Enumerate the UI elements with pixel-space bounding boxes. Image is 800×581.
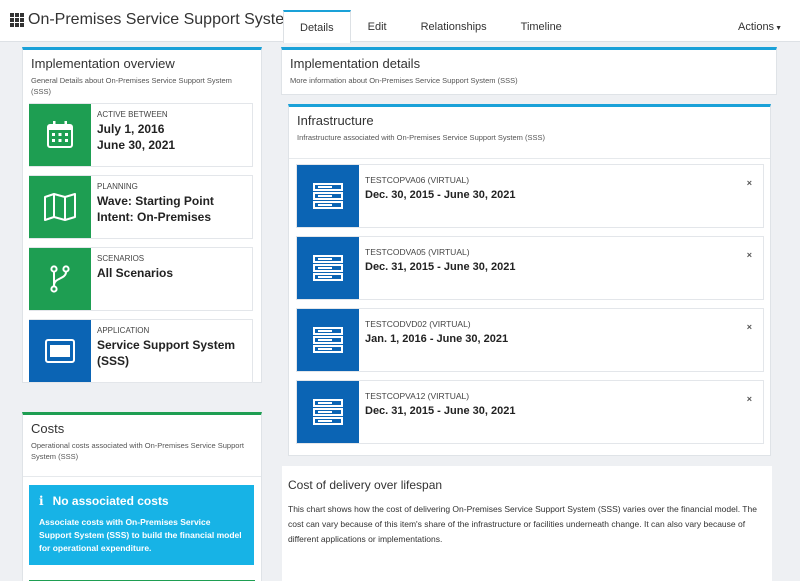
overview-card-value[interactable]: (SSS) [97, 353, 248, 369]
window-icon [29, 320, 91, 382]
cost-delivery-body: This chart shows how the cost of deliver… [288, 504, 757, 544]
actions-dropdown[interactable]: Actions▼ [738, 21, 782, 33]
costs-panel: Costs Operational costs associated with … [22, 412, 262, 581]
infrastructure-item[interactable]: TESTCOPVA06 (VIRTUAL) Dec. 30, 2015 - Ju… [296, 164, 764, 228]
infrastructure-dates: Dec. 30, 2015 - June 30, 2021 [365, 189, 516, 201]
caret-down-icon: ▼ [775, 25, 782, 32]
actions-label: Actions [737, 21, 775, 33]
costs-subtitle: Operational costs associated with On-Pre… [31, 441, 245, 462]
calendar-icon [29, 104, 91, 166]
infrastructure-name[interactable]: TESTCOPVA12 (VIRTUAL) [365, 391, 515, 401]
tab-bar: Details Edit Relationships Timeline [283, 10, 579, 43]
overview-card-value: July 1, 2016 [97, 122, 165, 136]
overview-card-value[interactable]: Service Support System [97, 337, 248, 353]
map-icon [29, 176, 91, 238]
remove-icon[interactable]: × [747, 394, 752, 404]
overview-card-value: Wave: Starting Point [97, 194, 214, 208]
infrastructure-title: Infrastructure [297, 113, 374, 128]
tab-timeline[interactable]: Timeline [504, 10, 579, 42]
branch-icon [29, 248, 91, 310]
infrastructure-dates: Jan. 1, 2016 - June 30, 2021 [365, 333, 509, 345]
costs-title: Costs [31, 421, 65, 436]
overview-card-label: PLANNING [97, 182, 138, 191]
infrastructure-subtitle: Infrastructure associated with On-Premis… [297, 133, 546, 142]
infrastructure-name[interactable]: TESTCOPVA06 (VIRTUAL) [365, 175, 515, 185]
implementation-details-panel: Implementation details More information … [281, 47, 777, 95]
alert-title: No associated costs [52, 494, 169, 508]
infrastructure-panel: Infrastructure Infrastructure associated… [288, 104, 771, 456]
infrastructure-item[interactable]: TESTCODVD02 (VIRTUAL) Jan. 1, 2016 - Jun… [296, 308, 764, 372]
info-icon: i [39, 494, 44, 508]
tab-relationships[interactable]: Relationships [404, 10, 504, 42]
overview-title: Implementation overview [31, 56, 175, 71]
server-icon [297, 165, 359, 227]
overview-card-value: Intent: On-Premises [97, 210, 212, 224]
details-subtitle: More information about On-Premises Servi… [290, 76, 518, 85]
cost-of-delivery-section: Cost of delivery over lifespan This char… [282, 466, 772, 581]
overview-card-scenarios: SCENARIOS All Scenarios [29, 247, 253, 311]
overview-card-active-between: ACTIVE BETWEEN July 1, 2016 June 30, 202… [29, 103, 253, 167]
overview-card-application: APPLICATION Service Support System (SSS) [29, 319, 253, 383]
infrastructure-name[interactable]: TESTCODVA05 (VIRTUAL) [365, 247, 515, 257]
grid-menu-icon[interactable] [10, 13, 24, 27]
tab-edit[interactable]: Edit [351, 10, 404, 42]
overview-card-value: June 30, 2021 [97, 138, 176, 152]
alert-body: Associate costs with On-Premises Service… [39, 517, 242, 553]
top-bar: On-Premises Service Support System (SSS)… [0, 0, 800, 43]
remove-icon[interactable]: × [747, 250, 752, 260]
tab-details[interactable]: Details [283, 10, 351, 43]
remove-icon[interactable]: × [747, 178, 752, 188]
infrastructure-item[interactable]: TESTCODVA05 (VIRTUAL) Dec. 31, 2015 - Ju… [296, 236, 764, 300]
overview-card-label: APPLICATION [97, 326, 150, 335]
overview-card-label: ACTIVE BETWEEN [97, 110, 168, 119]
server-icon [297, 381, 359, 443]
overview-card-planning: PLANNING Wave: Starting Point Intent: On… [29, 175, 253, 239]
overview-subtitle: General Details about On-Premises Servic… [31, 76, 232, 97]
server-icon [297, 309, 359, 371]
remove-icon[interactable]: × [747, 322, 752, 332]
infrastructure-item[interactable]: TESTCOPVA12 (VIRTUAL) Dec. 31, 2015 - Ju… [296, 380, 764, 444]
overview-card-value: All Scenarios [97, 266, 174, 280]
server-icon [297, 237, 359, 299]
overview-card-label: SCENARIOS [97, 254, 145, 263]
cost-delivery-title: Cost of delivery over lifespan [288, 478, 443, 492]
details-title: Implementation details [290, 56, 421, 71]
no-costs-alert: i No associated costs Associate costs wi… [29, 485, 254, 565]
infrastructure-dates: Dec. 31, 2015 - June 30, 2021 [365, 405, 516, 417]
infrastructure-name[interactable]: TESTCODVD02 (VIRTUAL) [365, 319, 508, 329]
infrastructure-dates: Dec. 31, 2015 - June 30, 2021 [365, 261, 516, 273]
